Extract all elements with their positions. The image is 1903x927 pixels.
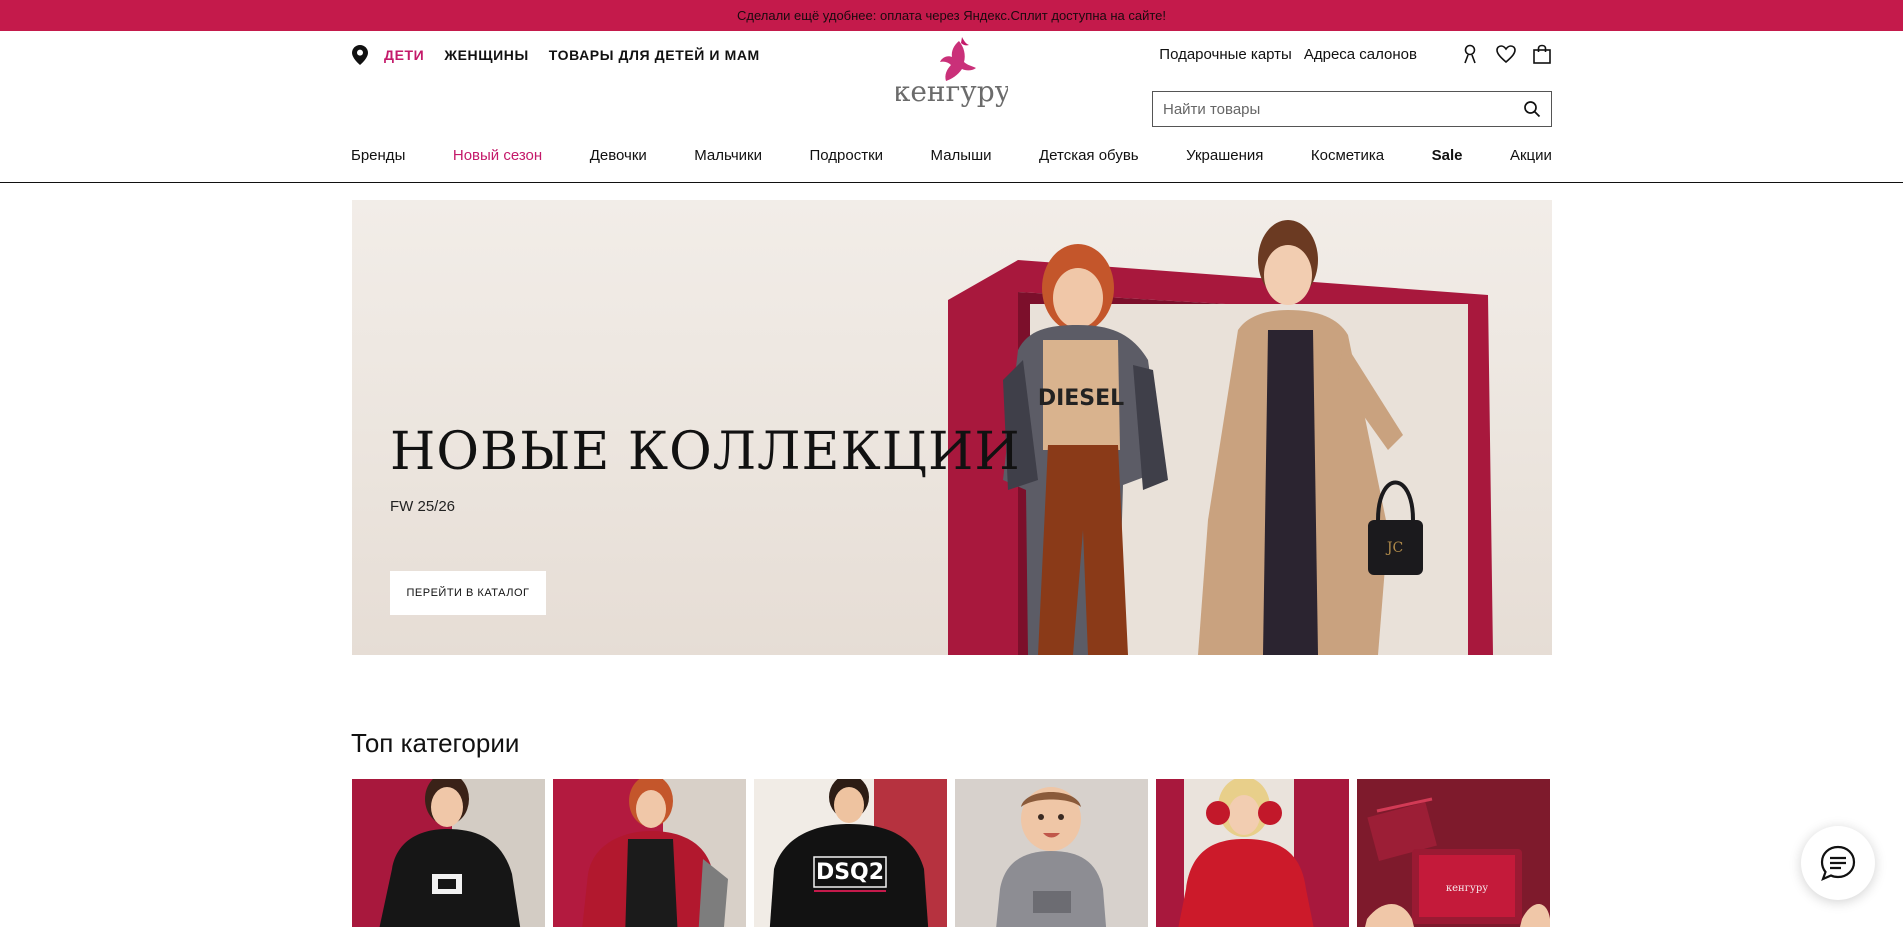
nav-item-teens[interactable]: Подростки [809,147,883,164]
nav-item-sale[interactable]: Sale [1432,147,1463,164]
category-image [553,779,746,927]
search-bar [1152,91,1552,127]
segment-switcher: ДЕТИ ЖЕНЩИНЫ ТОВАРЫ ДЛЯ ДЕТЕЙ И МАМ [352,45,780,65]
top-categories-title: Топ категории [351,728,520,758]
nav-item-boys[interactable]: Мальчики [694,147,762,164]
category-card[interactable] [955,779,1148,927]
category-card[interactable]: кенгуру [1357,779,1550,927]
gift-cards-link[interactable]: Подарочные карты [1159,46,1292,63]
heart-icon[interactable] [1495,43,1517,65]
category-image [1156,779,1349,927]
svg-text:DIESEL: DIESEL [1038,386,1124,411]
search-icon[interactable] [1523,100,1541,118]
nav-item-cosmetics[interactable]: Косметика [1311,147,1384,164]
svg-text:DSQ2: DSQ2 [816,860,884,885]
svg-text:кенгуру: кенгуру [1446,883,1488,894]
category-image: кенгуру [1357,779,1550,927]
category-image: DSQ2 [754,779,947,927]
user-icon[interactable] [1459,43,1481,65]
site-header: ДЕТИ ЖЕНЩИНЫ ТОВАРЫ ДЛЯ ДЕТЕЙ И МАМ кенг… [0,31,1903,183]
nav-item-brands[interactable]: Бренды [351,147,405,164]
top-categories-list: DSQ2 кенгуру [352,779,1552,927]
category-image [352,779,545,927]
main-nav: Бренды Новый сезон Девочки Мальчики Подр… [351,147,1552,164]
category-card[interactable] [1156,779,1349,927]
hero-banner[interactable]: DIESEL JC НОВЫЕ КОЛЛЕКЦИИ FW 25/26 ПЕРЕЙ… [352,200,1552,655]
svg-text:кенгуру: кенгуру [896,75,1008,108]
segment-women[interactable]: ЖЕНЩИНЫ [444,47,528,63]
location-pin-icon[interactable] [352,45,368,65]
header-utilities: Подарочные карты Адреса салонов [1147,43,1553,65]
go-to-catalog-button[interactable]: ПЕРЕЙТИ В КАТАЛОГ [390,571,546,615]
nav-item-promotions[interactable]: Акции [1510,147,1552,164]
site-logo[interactable]: кенгуру [896,35,1008,111]
svg-text:JC: JC [1385,540,1403,556]
promo-banner: Сделали ещё удобнее: оплата через Яндекс… [0,0,1903,31]
segment-kids-and-moms[interactable]: ТОВАРЫ ДЛЯ ДЕТЕЙ И МАМ [549,47,760,63]
hero-title: НОВЫЕ КОЛЛЕКЦИИ [390,422,1021,482]
promo-text: Сделали ещё удобнее: оплата через Яндекс… [736,8,1166,23]
bag-icon[interactable] [1531,43,1553,65]
hero-photo: DIESEL JC [948,220,1493,655]
store-addresses-link[interactable]: Адреса салонов [1304,46,1417,63]
nav-item-kids-shoes[interactable]: Детская обувь [1039,147,1139,164]
hero-subtitle: FW 25/26 [390,498,456,515]
category-card[interactable]: DSQ2 [754,779,947,927]
search-input[interactable] [1163,100,1523,118]
chat-icon [1820,845,1856,882]
category-image [955,779,1148,927]
chat-button[interactable] [1801,826,1875,900]
segment-kids[interactable]: ДЕТИ [384,47,424,63]
nav-item-babies[interactable]: Малыши [931,147,992,164]
nav-item-girls[interactable]: Девочки [590,147,647,164]
nav-item-jewelry[interactable]: Украшения [1186,147,1263,164]
category-card[interactable] [553,779,746,927]
category-card[interactable] [352,779,545,927]
nav-item-new-season[interactable]: Новый сезон [453,147,542,164]
